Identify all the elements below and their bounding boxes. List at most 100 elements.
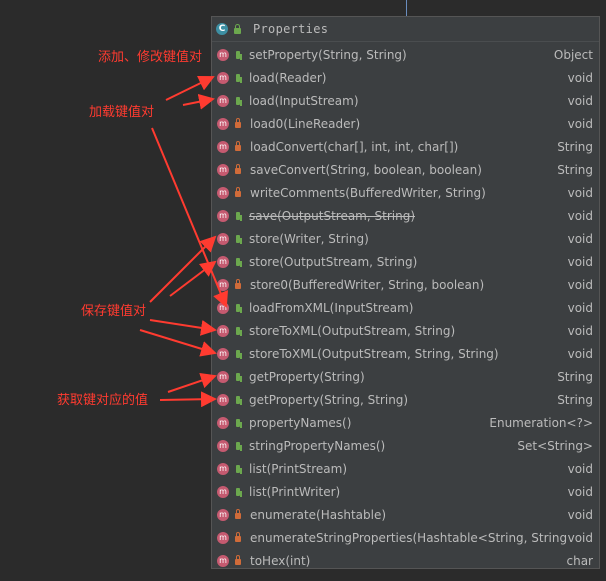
method-icon: m: [217, 485, 229, 498]
class-icon: C: [216, 23, 228, 35]
method-signature: store(Writer, String): [249, 231, 369, 246]
return-type: Set<String>: [517, 438, 593, 453]
annotation-get: 获取键对应的值: [57, 393, 149, 408]
method-list: m setProperty(String, String) Object m load(…: [212, 43, 599, 572]
return-type: char: [566, 553, 594, 568]
method-row[interactable]: m enumerateStringProperties(Hashtable<Str…: [212, 526, 599, 549]
method-row[interactable]: m load0(LineReader) void: [212, 112, 599, 135]
public-lock-icon: [234, 23, 241, 34]
arrow-to-load-inputstream: [182, 93, 215, 110]
method-signature: save(OutputStream, String): [249, 208, 415, 223]
private-lock-icon: [235, 187, 241, 197]
return-type: void: [567, 323, 593, 338]
arrow-to-store-writer: [149, 235, 217, 303]
method-row[interactable]: m list(PrintStream) void: [212, 457, 599, 480]
method-icon: m: [217, 48, 229, 61]
method-row[interactable]: m toHex(int) char: [212, 549, 599, 572]
method-row[interactable]: m getProperty(String, String) String: [212, 388, 599, 411]
method-icon: m: [217, 324, 229, 337]
popup-header: C Properties: [212, 17, 599, 42]
public-access-icon: [236, 50, 240, 59]
method-signature: storeToXML(OutputStream, String, String): [249, 346, 499, 361]
public-access-icon: [236, 257, 240, 266]
method-row[interactable]: m list(PrintWriter) void: [212, 480, 599, 503]
method-row[interactable]: m writeComments(BufferedWriter, String) vo…: [212, 181, 599, 204]
return-type: void: [567, 208, 593, 223]
method-row[interactable]: m load(Reader) void: [212, 66, 599, 89]
method-signature: enumerateStringProperties(Hashtable<Stri…: [250, 530, 568, 545]
return-type: void: [567, 507, 593, 522]
return-type: void: [567, 346, 593, 361]
public-access-icon: [236, 326, 240, 335]
method-row[interactable]: m store0(BufferedWriter, String, boolean)…: [212, 273, 599, 296]
method-icon: m: [217, 370, 229, 383]
return-type: void: [567, 231, 593, 246]
method-row[interactable]: m propertyNames() Enumeration<?>: [212, 411, 599, 434]
method-icon: m: [217, 255, 229, 268]
method-icon: m: [217, 508, 229, 521]
method-row[interactable]: m loadFromXML(InputStream) void: [212, 296, 599, 319]
method-row[interactable]: m enumerate(Hashtable) void: [212, 503, 599, 526]
return-type: void: [567, 70, 593, 85]
method-row[interactable]: m storeToXML(OutputStream, String, String…: [212, 342, 599, 365]
arrow-to-getproperty-1: [167, 372, 217, 393]
private-lock-icon: [235, 279, 241, 289]
method-signature: toHex(int): [250, 553, 311, 568]
editor-guide-line: [406, 0, 407, 16]
private-lock-icon: [235, 509, 241, 519]
method-row[interactable]: m load(InputStream) void: [212, 89, 599, 112]
public-access-icon: [236, 96, 240, 105]
arrow-to-getproperty-2: [159, 391, 217, 408]
method-signature: saveConvert(String, boolean, boolean): [250, 162, 482, 177]
method-signature: list(PrintWriter): [249, 484, 341, 499]
private-lock-icon: [235, 555, 241, 565]
public-access-icon: [236, 441, 240, 450]
method-icon: m: [217, 416, 229, 429]
public-access-icon: [236, 372, 240, 381]
method-row[interactable]: m store(OutputStream, String) void: [212, 250, 599, 273]
return-type: void: [567, 185, 593, 200]
structure-popup: C Properties m setProperty(String, String…: [211, 16, 600, 569]
method-icon: m: [217, 140, 229, 153]
public-access-icon: [236, 211, 240, 220]
return-type: void: [567, 300, 593, 315]
method-icon: m: [217, 347, 229, 360]
method-signature: load(Reader): [249, 70, 327, 85]
method-icon: m: [217, 278, 229, 291]
method-row[interactable]: m save(OutputStream, String) void: [212, 204, 599, 227]
return-type: void: [567, 461, 593, 476]
public-access-icon: [236, 73, 240, 82]
annotation-store: 保存键值对: [81, 304, 147, 319]
method-signature: getProperty(String, String): [249, 392, 409, 407]
public-access-icon: [236, 464, 240, 473]
private-lock-icon: [235, 141, 241, 151]
method-signature: store(OutputStream, String): [249, 254, 418, 269]
method-signature: store0(BufferedWriter, String, boolean): [250, 277, 485, 292]
method-row[interactable]: m store(Writer, String) void: [212, 227, 599, 250]
method-signature: list(PrintStream): [249, 461, 348, 476]
public-access-icon: [236, 349, 240, 358]
class-title: Properties: [253, 22, 329, 36]
method-row[interactable]: m loadConvert(char[], int, int, char[]) St…: [212, 135, 599, 158]
method-icon: m: [217, 554, 229, 567]
method-icon: m: [217, 439, 229, 452]
screenshot-stage: C Properties m setProperty(String, String…: [0, 0, 606, 581]
method-signature: load(InputStream): [249, 93, 359, 108]
method-row[interactable]: m stringPropertyNames() Set<String>: [212, 434, 599, 457]
annotation-load: 加载键值对: [89, 105, 155, 120]
public-access-icon: [236, 487, 240, 496]
arrow-to-store-outputstream: [169, 260, 217, 297]
method-icon: m: [217, 163, 229, 176]
method-row[interactable]: m getProperty(String) String: [212, 365, 599, 388]
method-row[interactable]: m saveConvert(String, boolean, boolean) St…: [212, 158, 599, 181]
arrow-to-storetoxml-2: [139, 329, 217, 357]
method-signature: loadFromXML(InputStream): [249, 300, 414, 315]
method-signature: enumerate(Hashtable): [250, 507, 387, 522]
return-type: String: [557, 162, 593, 177]
method-icon: m: [217, 94, 229, 107]
method-signature: writeComments(BufferedWriter, String): [250, 185, 486, 200]
method-row[interactable]: m setProperty(String, String) Object: [212, 43, 599, 66]
arrow-to-load-reader: [165, 75, 215, 101]
method-row[interactable]: m storeToXML(OutputStream, String) void: [212, 319, 599, 342]
return-type: void: [567, 116, 593, 131]
